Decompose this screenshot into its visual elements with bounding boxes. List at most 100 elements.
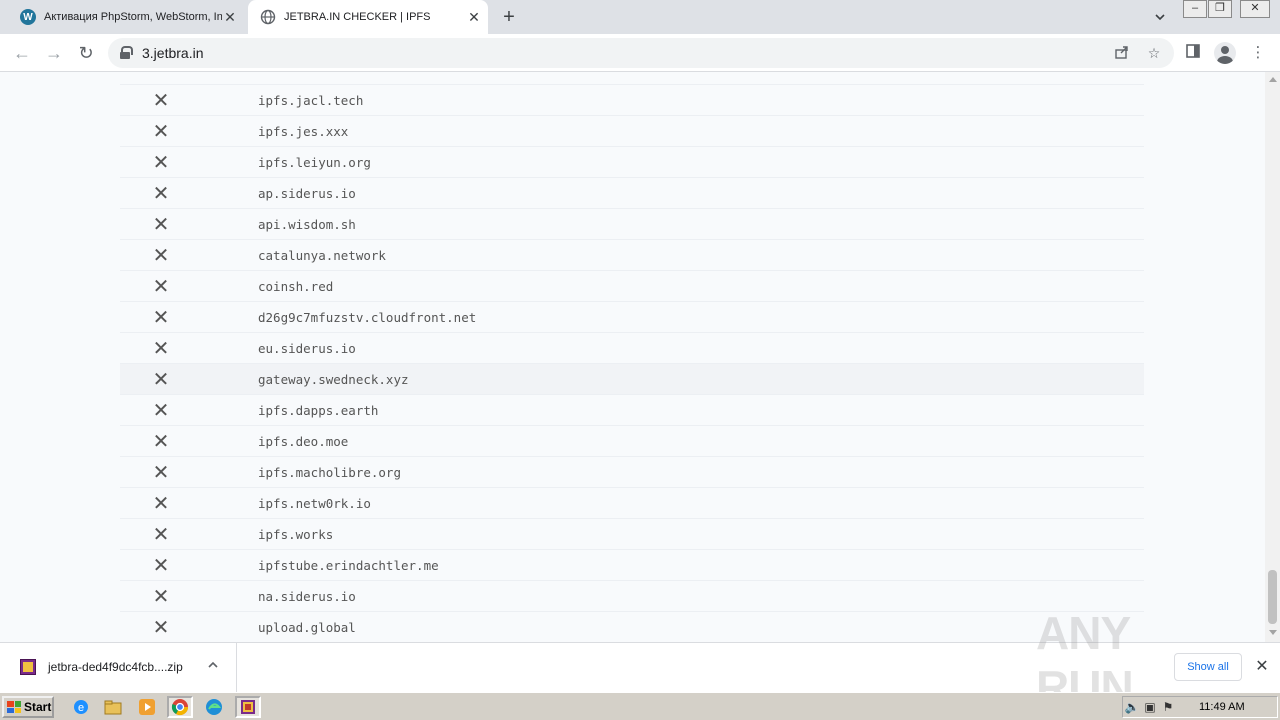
address-bar[interactable]: 3.jetbra.in ☆ (108, 38, 1174, 68)
globe-icon (260, 9, 276, 25)
table-row: ✕ ipfs.dapps.earth (120, 395, 1144, 426)
download-item[interactable]: jetbra-ded4f9dc4fcb....zip (0, 643, 237, 693)
fail-x-icon: ✕ (152, 430, 170, 453)
host-name: d26g9c7mfuzstv.cloudfront.net (258, 309, 477, 325)
share-icon[interactable] (1113, 44, 1131, 62)
close-tab-icon[interactable]: ✕ (222, 9, 238, 25)
reload-button[interactable]: ↻ (74, 41, 98, 65)
close-window-button[interactable]: ✕ (1240, 0, 1270, 18)
table-row: ✕ eu.siderus.io (120, 333, 1144, 364)
table-row: ✕ ipfs.leiyun.org (120, 147, 1144, 178)
fail-x-icon: ✕ (152, 275, 170, 298)
host-name: ipfstube.erindachtler.me (258, 557, 439, 573)
fail-x-icon: ✕ (152, 399, 170, 422)
new-tab-button[interactable]: + (498, 7, 520, 29)
table-row: ✕ catalunya.network (120, 240, 1144, 271)
windows-logo-icon (7, 701, 21, 713)
edge-icon[interactable] (201, 696, 227, 718)
fail-x-icon: ✕ (152, 523, 170, 546)
minimize-button[interactable]: – (1183, 0, 1207, 18)
scrollbar-thumb[interactable] (1268, 570, 1277, 624)
tab-strip: W Активация PhpStorm, WebStorm, IntelliJ… (0, 0, 1280, 34)
url-text[interactable]: 3.jetbra.in (142, 45, 203, 61)
svg-text:e: e (78, 702, 84, 714)
fail-x-icon: ✕ (152, 337, 170, 360)
browser-toolbar: ← → ↻ 3.jetbra.in ☆ ⋮ (0, 34, 1280, 72)
fail-x-icon: ✕ (152, 151, 170, 174)
fail-x-icon: ✕ (152, 492, 170, 515)
action-center-flag-icon[interactable]: ⚑ (1159, 700, 1177, 714)
media-player-icon[interactable] (134, 696, 160, 718)
vertical-scrollbar[interactable] (1265, 72, 1280, 642)
table-row: ✕ ipfs.macholibre.org (120, 457, 1144, 488)
host-name: ipfs.jacl.tech (258, 92, 364, 108)
table-row: ✕ ipfs.deo.moe (120, 426, 1144, 457)
table-row (120, 72, 1144, 85)
host-name: gateway.swedneck.xyz (258, 371, 409, 387)
table-row: ✕ na.siderus.io (120, 581, 1144, 612)
host-name: catalunya.network (258, 247, 386, 263)
chevron-up-icon[interactable] (205, 656, 221, 674)
internet-explorer-icon[interactable]: e (68, 696, 94, 718)
table-row: ✕ gateway.swedneck.xyz (120, 364, 1144, 395)
host-name: ipfs.deo.moe (258, 433, 349, 449)
anyrun-watermark: ANY RUN (1036, 607, 1134, 713)
windows-taskbar: Start e 🔈 ▣ ⚑ 11:49 AM (0, 692, 1280, 720)
host-name: eu.siderus.io (258, 340, 356, 356)
table-row: ✕ ipfs.jacl.tech (120, 85, 1144, 116)
clock: 11:49 AM (1199, 701, 1245, 713)
fail-x-icon: ✕ (152, 616, 170, 639)
table-row: ✕ ipfstube.erindachtler.me (120, 550, 1144, 581)
host-list: ✕ ipfs.jacl.tech ✕ ipfs.jes.xxx ✕ ipfs.leiyun… (120, 72, 1144, 642)
table-row: ✕ ipfs.works (120, 519, 1144, 550)
winrar-archive-icon (20, 659, 36, 675)
file-explorer-icon[interactable] (100, 696, 126, 718)
table-row: ✕ d26g9c7mfuzstv.cloudfront.net (120, 302, 1144, 333)
chrome-taskbar-icon[interactable] (167, 696, 193, 718)
tab-title: JETBRA.IN CHECKER | IPFS (284, 11, 431, 23)
fail-x-icon: ✕ (152, 461, 170, 484)
fail-x-icon: ✕ (152, 368, 170, 391)
back-button[interactable]: ← (10, 41, 34, 65)
side-panel-icon[interactable] (1183, 43, 1203, 63)
fail-x-icon: ✕ (152, 585, 170, 608)
host-name: ipfs.leiyun.org (258, 154, 371, 170)
tab-activation[interactable]: W Активация PhpStorm, WebStorm, IntelliJ… (8, 0, 246, 34)
scroll-up-arrow-icon[interactable] (1269, 77, 1277, 82)
winrar-taskbar-icon[interactable] (235, 696, 261, 718)
host-name: ipfs.works (258, 526, 334, 542)
fail-x-icon: ✕ (152, 554, 170, 577)
host-name: coinsh.red (258, 278, 334, 294)
fail-x-icon: ✕ (152, 213, 170, 236)
bookmark-star-icon[interactable]: ☆ (1145, 44, 1163, 62)
wordpress-icon: W (20, 9, 36, 25)
table-row: ✕ api.wisdom.sh (120, 209, 1144, 240)
close-download-shelf-icon[interactable]: ✕ (1252, 657, 1272, 677)
forward-button[interactable]: → (42, 41, 66, 65)
tab-jetbra-checker[interactable]: JETBRA.IN CHECKER | IPFS ✕ (248, 0, 488, 34)
tab-search-chevron-icon[interactable] (1150, 8, 1170, 26)
start-label: Start (24, 700, 52, 714)
host-name: upload.global (258, 619, 356, 635)
fail-x-icon: ✕ (152, 306, 170, 329)
table-row: ✕ coinsh.red (120, 271, 1144, 302)
host-name: ipfs.macholibre.org (258, 464, 401, 480)
scroll-down-arrow-icon[interactable] (1269, 630, 1277, 635)
lock-icon[interactable] (120, 46, 133, 59)
start-button[interactable]: Start (2, 696, 54, 718)
system-tray: 🔈 ▣ ⚑ 11:49 AM (1122, 696, 1278, 718)
download-file-name[interactable]: jetbra-ded4f9dc4fcb....zip (48, 660, 183, 674)
host-name: api.wisdom.sh (258, 216, 356, 232)
host-name: ipfs.jes.xxx (258, 123, 349, 139)
menu-kebab-icon[interactable]: ⋮ (1248, 43, 1268, 63)
profile-avatar[interactable] (1214, 42, 1236, 64)
table-row: ✕ ipfs.jes.xxx (120, 116, 1144, 147)
table-row: ✕ ap.siderus.io (120, 178, 1144, 209)
volume-icon[interactable]: 🔈 (1123, 700, 1141, 714)
fail-x-icon: ✕ (152, 89, 170, 112)
table-row: ✕ ipfs.netw0rk.io (120, 488, 1144, 519)
network-icon[interactable]: ▣ (1141, 700, 1159, 714)
restore-button[interactable]: ❐ (1208, 0, 1232, 18)
close-tab-icon[interactable]: ✕ (466, 9, 482, 25)
page-content: ✕ ipfs.jacl.tech ✕ ipfs.jes.xxx ✕ ipfs.leiyun… (0, 72, 1265, 642)
